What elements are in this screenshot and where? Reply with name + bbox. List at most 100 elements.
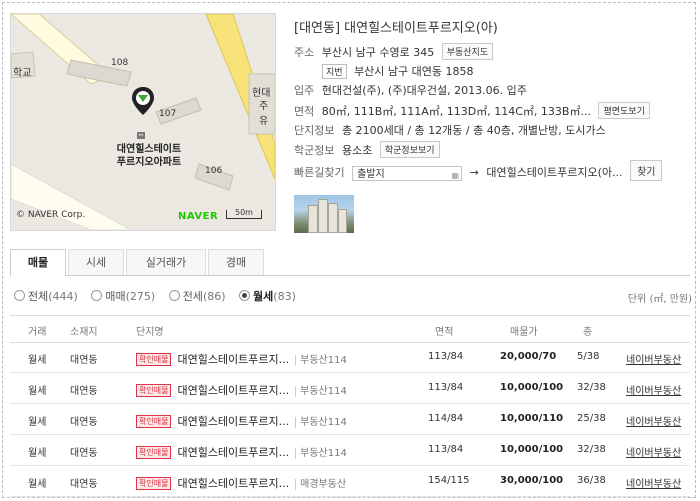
map-building-107: 107	[159, 109, 177, 119]
naver-realestate-link[interactable]: 네이버부동산	[626, 382, 681, 397]
area-row: 면적 80㎡, 111B㎡, 111A㎡, 113D㎡, 114C㎡, 133B…	[294, 102, 650, 119]
header-location: 소재지	[70, 327, 98, 338]
header-area: 면적	[435, 327, 454, 338]
table-row[interactable]: 월세 대연동 확인매물 대연힐스테이트푸르지... 매경부동산 154/115 30…	[10, 466, 690, 497]
cell-type: 월세	[28, 417, 47, 428]
filter-all-count: (444)	[48, 290, 78, 303]
filter-jeonse[interactable]: 전세(86)	[168, 288, 226, 304]
tab-actual-transactions[interactable]: 실거래가	[126, 249, 206, 275]
naver-realestate-link[interactable]: 네이버부동산	[626, 444, 681, 459]
naver-realestate-link[interactable]: 네이버부동산	[626, 351, 681, 366]
move-in-label: 입주	[294, 84, 315, 97]
table-row[interactable]: 월세 대연동 확인매물 대연힐스테이트푸르지... 부동산114 113/84 20…	[10, 342, 690, 373]
cell-price: 20,000/70	[500, 351, 557, 362]
complex-label: 단지정보	[294, 124, 335, 137]
page-title: [대연동] 대연힐스테이트푸르지오(아)	[294, 17, 498, 36]
cell-location: 대연동	[70, 355, 98, 366]
filter-monthly[interactable]: 월세(83)	[239, 288, 296, 304]
naver-realestate-link[interactable]: 네이버부동산	[626, 413, 681, 428]
route-from-select[interactable]: 출발지 ▦	[352, 165, 463, 181]
complex-name-link[interactable]: 대연힐스테이트푸르지...	[177, 415, 289, 428]
verified-badge: 확인매물	[136, 415, 172, 428]
apartment-icon	[137, 132, 145, 139]
school-value: 용소초	[341, 144, 373, 157]
cell-price: 30,000/100	[500, 475, 564, 486]
table-row[interactable]: 월세 대연동 확인매물 대연힐스테이트푸르지... 부동산114 113/84 10…	[10, 435, 690, 466]
filter-sale[interactable]: 매매(275)	[91, 288, 155, 304]
unit-note: 단위 (㎡, 만원)	[627, 294, 692, 305]
route-from-value: 출발지	[357, 168, 385, 180]
verified-badge: 확인매물	[136, 353, 172, 366]
complex-name-link[interactable]: 대연힐스테이트푸르지...	[177, 477, 289, 490]
route-to-value: 대연힐스테이트푸르지오(아...	[486, 166, 623, 179]
cell-location: 대연동	[70, 386, 98, 397]
filter-sale-label: 매매	[105, 290, 126, 303]
cell-floor: 25/38	[577, 413, 606, 424]
tab-market-price[interactable]: 시세	[68, 249, 124, 275]
table-header: 거래 소재지 단지명 면적 매물가 층	[10, 315, 690, 343]
cell-type: 월세	[28, 386, 47, 397]
cell-location: 대연동	[70, 417, 98, 428]
cell-type: 월세	[28, 355, 47, 366]
school-info-button[interactable]: 학군정보보기	[379, 141, 440, 158]
filter-all-label: 전체	[28, 290, 49, 303]
tab-bar: 매물 시세 실거래가 경매	[10, 249, 690, 276]
cell-location: 대연동	[70, 448, 98, 459]
title-name: 대연힐스테이트푸르지오(아)	[344, 21, 498, 36]
school-label: 학군정보	[294, 144, 335, 157]
map-complex-label-line2: 푸르지오아파트	[116, 157, 182, 168]
route-label: 빠른길찾기	[294, 166, 345, 179]
map-complex-label: 대연힐스테이트 푸르지오아파트	[99, 143, 199, 169]
agent-name: 부동산114	[295, 355, 347, 366]
complex-name-link[interactable]: 대연힐스테이트푸르지...	[177, 384, 289, 397]
map-marker-icon[interactable]	[131, 86, 155, 116]
filter-monthly-count: (83)	[273, 290, 296, 303]
header-type: 거래	[28, 327, 47, 338]
tab-auction[interactable]: 경매	[208, 249, 264, 275]
map-school-label: 학교	[13, 68, 32, 79]
floor-plan-button[interactable]: 평면도보기	[598, 102, 650, 119]
lot-tag: 지번	[322, 64, 347, 79]
header-complex: 단지명	[136, 327, 164, 338]
table-row[interactable]: 월세 대연동 확인매물 대연힐스테이트푸르지... 부동산114 113/84 10…	[10, 373, 690, 404]
map-hyundai-label2: 주유	[259, 101, 269, 127]
agent-name: 매경부동산	[295, 479, 347, 490]
tab-listings[interactable]: 매물	[10, 249, 66, 276]
cell-location: 대연동	[70, 479, 98, 490]
school-row: 학군정보 용소초 학군정보보기	[294, 141, 440, 158]
cell-area: 113/84	[428, 382, 464, 393]
verified-badge: 확인매물	[136, 477, 172, 490]
complex-photo[interactable]	[294, 195, 354, 233]
radio-selected-icon	[239, 290, 251, 301]
filter-all[interactable]: 전체(444)	[14, 288, 78, 304]
cell-price: 10,000/100	[500, 382, 564, 393]
cell-complex: 확인매물 대연힐스테이트푸르지... 부동산114	[136, 413, 347, 429]
transaction-filter: 전체(444) 매매(275) 전세(86) 월세(83)	[14, 288, 306, 304]
verified-badge: 확인매물	[136, 446, 172, 459]
area-value: 80㎡, 111B㎡, 111A㎡, 113D㎡, 114C㎡, 133B㎡..…	[321, 105, 591, 118]
cell-area: 113/84	[428, 351, 464, 362]
route-arrow-icon: →	[469, 166, 479, 179]
table-row[interactable]: 월세 대연동 확인매물 대연힐스테이트푸르지... 부동산114 114/84 10…	[10, 404, 690, 435]
filter-jeonse-label: 전세	[182, 290, 203, 303]
filter-jeonse-count: (86)	[202, 290, 226, 303]
address-label: 주소	[294, 46, 315, 59]
cell-floor: 32/38	[577, 444, 606, 455]
cell-area: 154/115	[428, 475, 470, 486]
complex-name-link[interactable]: 대연힐스테이트푸르지...	[177, 446, 289, 459]
cell-floor: 5/38	[577, 351, 600, 362]
cell-complex: 확인매물 대연힐스테이트푸르지... 부동산114	[136, 351, 347, 367]
map-building-106: 106	[205, 166, 223, 176]
address-map-button[interactable]: 부동산지도	[441, 43, 494, 60]
cell-type: 월세	[28, 479, 47, 490]
cell-type: 월세	[28, 448, 47, 459]
lot-row: 지번 부산시 남구 대연동 1858	[322, 63, 474, 79]
complex-name-link[interactable]: 대연힐스테이트푸르지...	[177, 353, 289, 366]
route-search-button[interactable]: 찾기	[630, 160, 663, 181]
naver-realestate-link[interactable]: 네이버부동산	[626, 475, 681, 490]
agent-name: 부동산114	[295, 417, 347, 428]
cell-floor: 36/38	[577, 475, 606, 486]
radio-icon	[14, 290, 25, 301]
map-view[interactable]: 학교 108 107 106 현대 주유 대연힐스테이트 푸르지오아파트 © N…	[10, 13, 276, 231]
verified-badge: 확인매물	[136, 384, 172, 397]
